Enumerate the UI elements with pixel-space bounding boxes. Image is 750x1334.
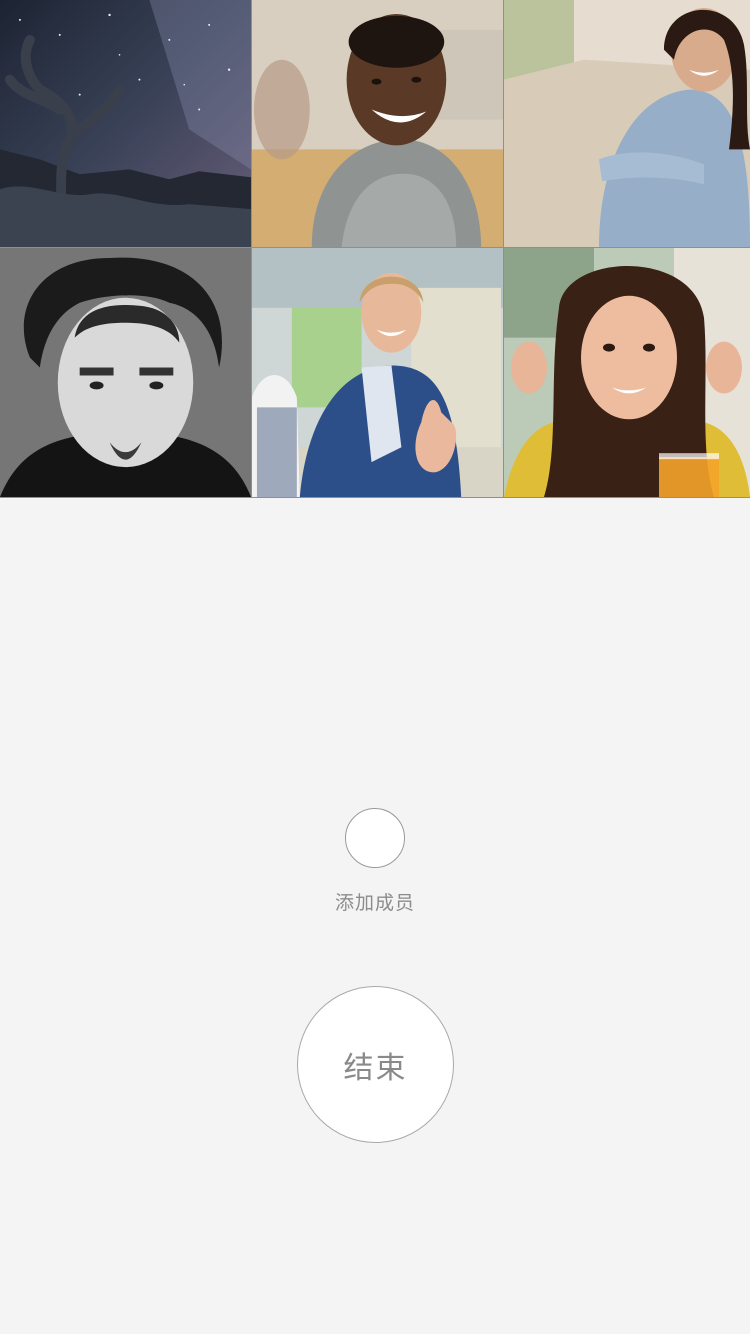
participant-grid <box>0 0 750 498</box>
add-member-label: 添加成员 <box>334 892 415 914</box>
participant-photo-3 <box>504 0 750 247</box>
end-call-label: 结束 <box>343 1050 408 1086</box>
participant-video-6[interactable] <box>504 248 750 498</box>
add-member-control: 添加成员 <box>0 808 750 915</box>
participant-video-1[interactable] <box>0 0 252 248</box>
participant-photo-6 <box>504 248 750 497</box>
end-call-button[interactable]: 结束 <box>297 986 454 1143</box>
participant-video-4[interactable] <box>0 248 252 498</box>
participant-photo-5 <box>252 248 503 497</box>
add-member-button[interactable] <box>345 808 405 868</box>
participant-video-5[interactable] <box>252 248 504 498</box>
participant-video-2[interactable] <box>252 0 504 248</box>
night-sky-image <box>0 0 251 247</box>
participant-photo-4 <box>0 248 251 497</box>
participant-video-3[interactable] <box>504 0 750 248</box>
group-call-screen: 添加成员 结束 <box>0 0 750 1334</box>
participant-photo-2 <box>252 0 503 247</box>
